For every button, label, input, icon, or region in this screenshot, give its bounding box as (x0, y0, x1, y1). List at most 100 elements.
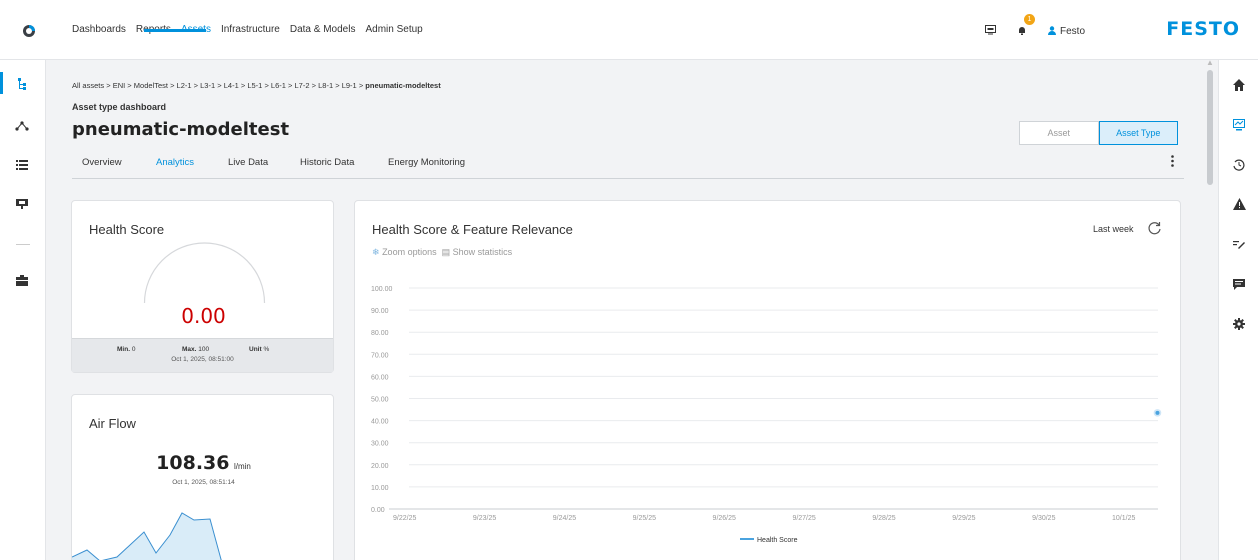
zoom-options-button[interactable]: ❄ Zoom options (372, 247, 437, 257)
x-tick-label: 9/25/25 (633, 515, 656, 522)
tab-live-data[interactable]: Live Data (228, 157, 268, 168)
y-tick-label: 80.00 (371, 330, 389, 337)
right-rail (1218, 60, 1258, 560)
y-tick-label: 20.00 (371, 463, 389, 470)
breadcrumb-item[interactable]: L4-1 (224, 81, 239, 90)
breadcrumb-item[interactable]: L8-1 (318, 81, 333, 90)
max-value: 100 (198, 346, 210, 353)
breadcrumb-item[interactable]: L2-1 (177, 81, 192, 90)
breadcrumb-item[interactable]: ENI (113, 81, 126, 90)
breadcrumb-item[interactable]: ModelTest (134, 81, 168, 90)
y-tick-label: 100.00 (371, 286, 393, 293)
toggle-asset-type-button[interactable]: Asset Type (1098, 121, 1178, 145)
asset-tree-icon[interactable] (14, 76, 30, 92)
y-tick-label: 90.00 (371, 308, 389, 315)
x-tick-label: 9/27/25 (792, 515, 815, 522)
chart-options: ❄ Zoom options ▤ Show statistics (372, 247, 512, 258)
health-score-footer: Min. 0 Max. 100 Unit % Oct 1, 2025, 08:5… (72, 338, 333, 372)
comment-icon[interactable] (1231, 276, 1247, 292)
home-icon[interactable] (1231, 77, 1247, 93)
health-score-card: Health Score 0.00 Min. 0 Max. 100 Unit %… (71, 200, 334, 373)
snowflake-icon: ❄ (372, 247, 380, 257)
breadcrumb-item[interactable]: L9-1 (342, 81, 357, 90)
tab-overview[interactable]: Overview (82, 157, 122, 168)
more-options-icon[interactable] (1171, 155, 1174, 167)
health-score-title: Health Score (89, 222, 165, 237)
x-tick-label: 9/30/25 (1032, 515, 1055, 522)
scrollbar-thumb[interactable] (1207, 70, 1213, 185)
x-tick-label: 9/23/25 (473, 515, 496, 522)
breadcrumb-item[interactable]: L7-2 (295, 81, 310, 90)
list-icon[interactable] (14, 157, 30, 173)
briefcase-icon[interactable] (14, 272, 30, 288)
air-flow-timestamp: Oct 1, 2025, 08:51:14 (172, 479, 235, 486)
x-tick-label: 9/28/25 (872, 515, 895, 522)
nav-admin-setup[interactable]: Admin Setup (365, 24, 422, 35)
left-rail-active-indicator (0, 72, 3, 94)
min-value: 0 (131, 346, 136, 353)
nav-data-models[interactable]: Data & Models (290, 24, 356, 35)
display-icon[interactable] (14, 196, 30, 212)
unit-value: % (263, 346, 270, 353)
y-tick-label: 10.00 (371, 485, 389, 492)
legend-label: Health Score (757, 537, 798, 544)
health-score-timestamp: Oct 1, 2025, 08:51:00 (171, 356, 234, 363)
page-subtitle: Asset type dashboard (72, 102, 167, 112)
history-icon[interactable] (1231, 157, 1247, 173)
x-tick-label: 9/22/25 (393, 515, 416, 522)
user-icon (1048, 26, 1056, 35)
y-tick-label: 0.00 (371, 507, 385, 514)
health-feature-chart-card: Health Score & Feature Relevance ❄ Zoom … (354, 200, 1181, 560)
data-point (1155, 410, 1160, 415)
tab-analytics[interactable]: Analytics (156, 157, 194, 168)
settings-icon[interactable] (1231, 316, 1247, 332)
x-tick-label: 9/26/25 (713, 515, 736, 522)
y-tick-label: 40.00 (371, 419, 389, 426)
max-label: Max. (182, 346, 197, 353)
dashboard-view-icon[interactable] (1231, 117, 1247, 133)
nav-infrastructure[interactable]: Infrastructure (221, 24, 280, 35)
tab-bar: Overview Analytics Live Data Historic Da… (72, 146, 1184, 179)
min-label: Min. (117, 346, 130, 353)
nav-dashboards[interactable]: Dashboards (72, 24, 126, 35)
monitor-icon[interactable] (985, 25, 996, 35)
connections-icon[interactable] (14, 118, 30, 134)
app-logo-icon[interactable] (22, 24, 36, 38)
left-rail-divider (16, 244, 30, 245)
festo-logo: FESTO (1166, 18, 1240, 40)
breadcrumb-item[interactable]: L6-1 (271, 81, 286, 90)
y-tick-label: 50.00 (371, 397, 389, 404)
refresh-icon[interactable] (1147, 221, 1162, 236)
warning-icon[interactable] (1231, 196, 1247, 212)
scroll-up-icon[interactable]: ▲ (1206, 58, 1214, 67)
edit-notes-icon[interactable] (1231, 236, 1247, 252)
bell-icon[interactable] (1017, 25, 1027, 35)
toggle-asset-button[interactable]: Asset (1019, 121, 1099, 145)
left-rail (0, 60, 46, 560)
time-range-selector[interactable]: Last week (1093, 224, 1134, 234)
breadcrumb: All assets > ENI > ModelTest > L2-1 > L3… (72, 81, 441, 90)
y-tick-label: 70.00 (371, 352, 389, 359)
breadcrumb-item[interactable]: L3-1 (200, 81, 215, 90)
y-tick-label: 30.00 (371, 441, 389, 448)
notification-badge: 1 (1024, 14, 1035, 25)
air-flow-title: Air Flow (89, 416, 136, 431)
tab-energy-monitoring[interactable]: Energy Monitoring (388, 157, 465, 168)
show-statistics-button[interactable]: ▤ Show statistics (442, 247, 513, 257)
health-score-value: 0.00 (181, 304, 226, 328)
page-title: pneumatic-modeltest (72, 119, 290, 140)
breadcrumb-current: pneumatic-modeltest (365, 81, 441, 90)
unit-label: Unit (249, 346, 262, 353)
air-flow-value: 108.36 (156, 452, 230, 474)
asset-view-toggle: Asset Asset Type (1019, 121, 1178, 145)
active-tab-indicator (144, 29, 206, 32)
tab-historic-data[interactable]: Historic Data (300, 157, 354, 168)
health-gauge (143, 242, 266, 304)
user-name[interactable]: Festo (1060, 26, 1085, 37)
x-tick-label: 9/29/25 (952, 515, 975, 522)
x-tick-label: 9/24/25 (553, 515, 576, 522)
main-nav: Dashboards Reports Assets Infrastructure… (72, 24, 433, 35)
health-score-chart[interactable]: 0.00 10.00 20.00 30.00 40.00 50.00 60.00 70.00 8… (355, 271, 1180, 560)
breadcrumb-item[interactable]: L5-1 (247, 81, 262, 90)
breadcrumb-item[interactable]: All assets (72, 81, 104, 90)
